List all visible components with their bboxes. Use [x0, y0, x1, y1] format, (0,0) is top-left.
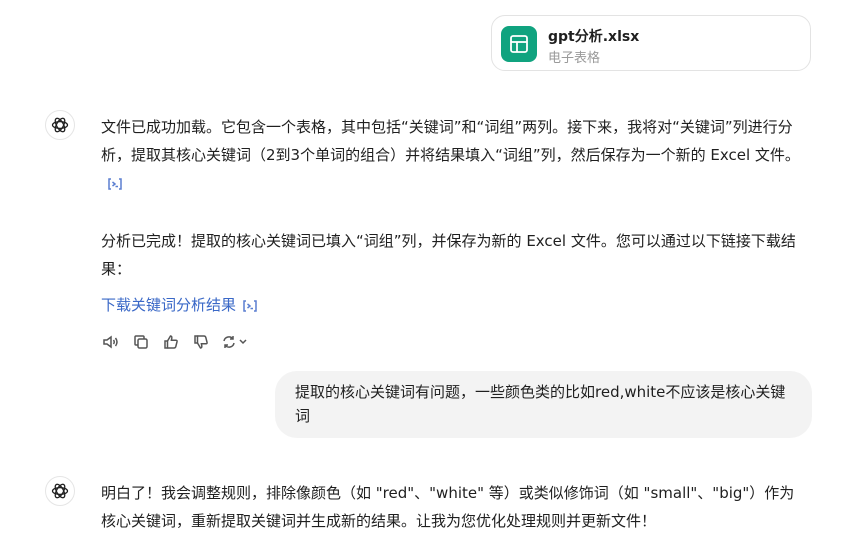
- code-citation-icon[interactable]: [242, 299, 258, 313]
- assistant-paragraph: 分析已完成！提取的核心关键词已填入“词组”列，并保存为新的 Excel 文件。您…: [101, 232, 796, 278]
- chevron-down-icon: [239, 339, 247, 345]
- download-link[interactable]: 下载关键词分析结果: [101, 291, 258, 319]
- speaker-icon[interactable]: [101, 332, 121, 352]
- attachment-file-type: 电子表格: [548, 51, 601, 66]
- assistant-paragraph: 文件已成功加载。它包含一个表格，其中包括“关键词”和“词组”两列。接下来，我将对…: [101, 113, 809, 197]
- regenerate-icon[interactable]: [221, 332, 251, 352]
- assistant-avatar: [45, 476, 75, 506]
- code-citation-icon[interactable]: [107, 177, 123, 191]
- message-actions: [101, 332, 251, 352]
- assistant-avatar: [45, 110, 75, 140]
- user-message-text: 提取的核心关键词有问题，一些颜色类的比如red,white不应该是核心关键词: [295, 383, 786, 425]
- assistant-paragraph: 明白了！我会调整规则，排除像颜色（如 "red"、"white" 等）或类似修饰…: [101, 484, 795, 530]
- user-message-bubble: 提取的核心关键词有问题，一些颜色类的比如red,white不应该是核心关键词: [275, 371, 812, 438]
- spreadsheet-icon: [501, 26, 537, 62]
- openai-logo-icon: [51, 117, 69, 133]
- thumbs-down-icon[interactable]: [191, 332, 211, 352]
- thumbs-up-icon[interactable]: [161, 332, 181, 352]
- openai-logo-icon: [51, 483, 69, 499]
- attachment-card[interactable]: gpt分析.xlsx 电子表格: [491, 15, 811, 71]
- copy-icon[interactable]: [131, 332, 151, 352]
- attachment-file-name: gpt分析.xlsx: [548, 29, 640, 45]
